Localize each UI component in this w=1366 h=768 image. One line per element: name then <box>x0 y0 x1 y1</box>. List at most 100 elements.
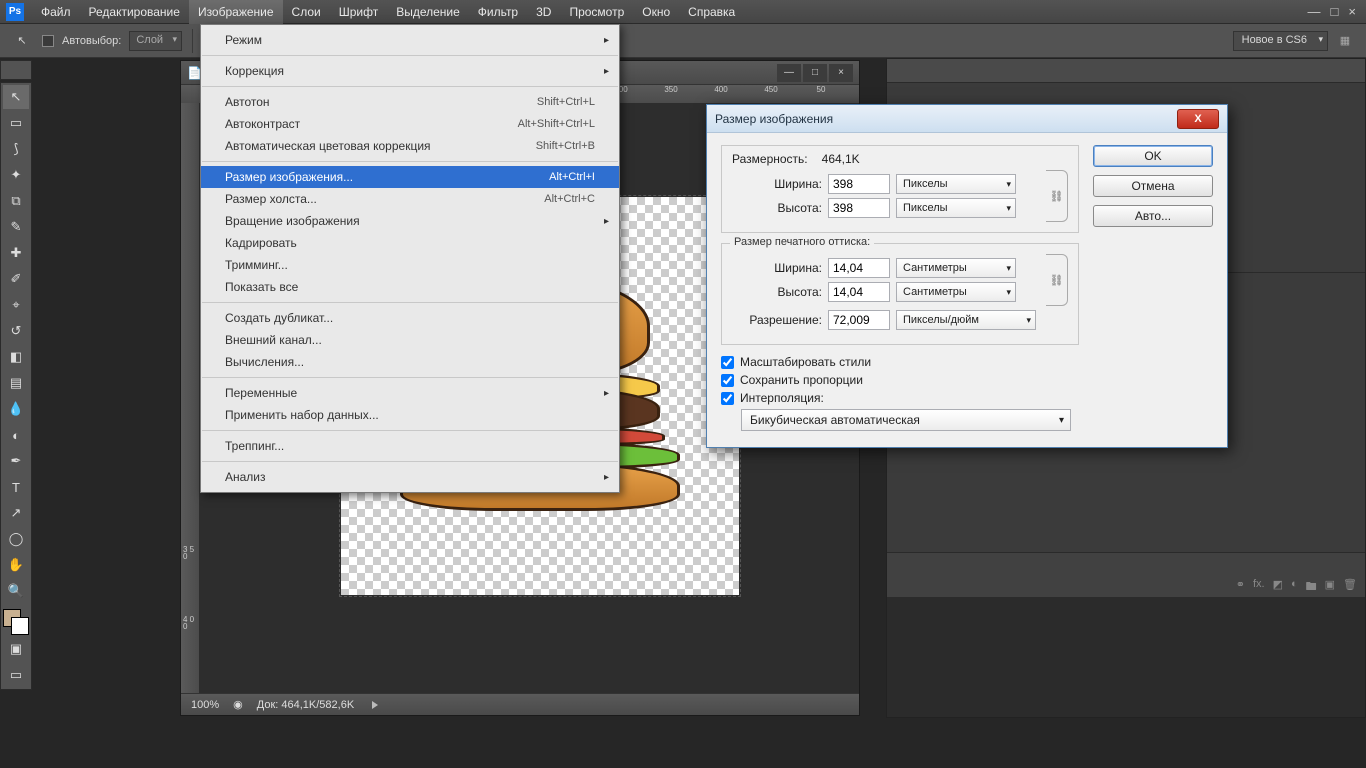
link-proportions-icon[interactable]: ⛓ <box>1046 254 1068 306</box>
wand-tool-icon[interactable]: ✦ <box>3 163 29 187</box>
swatch-icon[interactable] <box>3 609 29 635</box>
menu-item[interactable]: Режим <box>201 29 619 51</box>
gradient-tool-icon[interactable]: ▤ <box>3 371 29 395</box>
menu-item[interactable]: Кадрировать <box>201 232 619 254</box>
resolution-input[interactable] <box>828 310 890 330</box>
pr-width-unit[interactable]: Сантиметры <box>896 258 1016 278</box>
fx-icon[interactable]: fx. <box>1253 578 1265 597</box>
menu-редактирование[interactable]: Редактирование <box>80 0 189 24</box>
menu-справка[interactable]: Справка <box>679 0 744 24</box>
auto-select-checkbox[interactable] <box>42 35 54 47</box>
menu-item[interactable]: Коррекция <box>201 60 619 82</box>
zoom-level[interactable]: 100% <box>191 699 219 711</box>
ruler-vertical: 3 5 0 4 0 0 <box>181 103 199 693</box>
path-tool-icon[interactable]: ↗ <box>3 501 29 525</box>
pr-height-unit[interactable]: Сантиметры <box>896 282 1016 302</box>
menu-item[interactable]: АвтоконтрастAlt+Shift+Ctrl+L <box>201 113 619 135</box>
dialog-close-icon[interactable]: X <box>1177 109 1219 129</box>
pen-tool-icon[interactable]: ✒ <box>3 449 29 473</box>
screenmode-icon[interactable]: ▭ <box>3 663 29 687</box>
type-tool-icon[interactable]: T <box>3 475 29 499</box>
menu-шрифт[interactable]: Шрифт <box>330 0 387 24</box>
trash-icon[interactable]: 🗑 <box>1343 578 1357 597</box>
scale-styles-checkbox[interactable] <box>721 356 734 369</box>
constrain-prop-checkbox[interactable] <box>721 374 734 387</box>
app-icon: Ps <box>6 3 24 21</box>
pr-width-label: Ширина: <box>732 261 822 275</box>
image-menu-dropdown: Режим Коррекция АвтотонShift+Ctrl+LАвтокон… <box>200 24 620 493</box>
menu-item[interactable]: Тримминг... <box>201 254 619 276</box>
menu-item[interactable]: Внешний канал... <box>201 329 619 351</box>
menu-item[interactable]: Показать все <box>201 276 619 298</box>
menu-слои[interactable]: Слои <box>283 0 330 24</box>
menu-фильтр[interactable]: Фильтр <box>469 0 527 24</box>
link-proportions-icon[interactable]: ⛓ <box>1046 170 1068 222</box>
cancel-button[interactable]: Отмена <box>1093 175 1213 197</box>
menu-item[interactable]: Переменные <box>201 382 619 404</box>
menu-item[interactable]: Размер изображения...Alt+Ctrl+I <box>201 166 619 188</box>
adjust-icon[interactable]: ◐ <box>1291 578 1298 597</box>
doc-max-icon[interactable]: □ <box>803 64 827 82</box>
pr-width-input[interactable] <box>828 258 890 278</box>
lasso-tool-icon[interactable]: ⟆ <box>3 137 29 161</box>
mask-icon[interactable]: ◩ <box>1273 578 1283 597</box>
menu-item[interactable]: Вращение изображения <box>201 210 619 232</box>
menu-item[interactable]: Автоматическая цветовая коррекцияShift+C… <box>201 135 619 157</box>
folder-icon[interactable]: 🖿 <box>1306 578 1317 597</box>
eyedropper-tool-icon[interactable]: ✎ <box>3 215 29 239</box>
ok-button[interactable]: OK <box>1093 145 1213 167</box>
menu-просмотр[interactable]: Просмотр <box>560 0 633 24</box>
px-width-unit[interactable]: Пикселы <box>896 174 1016 194</box>
pr-height-label: Высота: <box>732 285 822 299</box>
dim-label: Размерность: <box>732 152 808 166</box>
blur-tool-icon[interactable]: 💧 <box>3 397 29 421</box>
crop-tool-icon[interactable]: ⧉ <box>3 189 29 213</box>
menu-item[interactable]: Вычисления... <box>201 351 619 373</box>
doc-min-icon[interactable]: — <box>777 64 801 82</box>
link-icon[interactable]: ⚭ <box>1236 578 1245 597</box>
workspace-icon[interactable]: ▦ <box>1334 30 1356 52</box>
menu-item[interactable]: Размер холста...Alt+Ctrl+C <box>201 188 619 210</box>
layer-select[interactable]: Слой <box>129 31 182 51</box>
marquee-tool-icon[interactable]: ▭ <box>3 111 29 135</box>
px-height-input[interactable] <box>828 198 890 218</box>
dodge-tool-icon[interactable]: ◐ <box>3 423 29 447</box>
win-min-icon[interactable]: — <box>1308 4 1321 19</box>
history-brush-icon[interactable]: ↺ <box>3 319 29 343</box>
doc-close-icon[interactable]: × <box>829 64 853 82</box>
menu-выделение[interactable]: Выделение <box>387 0 469 24</box>
hand-tool-icon[interactable]: ✋ <box>3 553 29 577</box>
new-icon[interactable]: ▣ <box>1325 578 1335 597</box>
px-height-unit[interactable]: Пикселы <box>896 198 1016 218</box>
move-tool-icon[interactable]: ↖ <box>3 85 29 109</box>
status-play-icon[interactable] <box>372 701 378 709</box>
px-height-label: Высота: <box>732 201 822 215</box>
pr-height-input[interactable] <box>828 282 890 302</box>
interp-checkbox[interactable] <box>721 392 734 405</box>
interp-select[interactable]: Бикубическая автоматическая <box>741 409 1071 431</box>
dialog-title: Размер изображения <box>715 112 833 126</box>
quickmask-icon[interactable]: ▣ <box>3 637 29 661</box>
cs6-new-pill[interactable]: Новое в CS6 <box>1233 31 1328 51</box>
resolution-unit[interactable]: Пикселы/дюйм <box>896 310 1036 330</box>
menu-окно[interactable]: Окно <box>633 0 679 24</box>
menu-item[interactable]: Создать дубликат... <box>201 307 619 329</box>
win-close-icon[interactable]: × <box>1348 4 1356 19</box>
shape-tool-icon[interactable]: ◯ <box>3 527 29 551</box>
zoom-tool-icon[interactable]: 🔍 <box>3 579 29 603</box>
menu-файл[interactable]: Файл <box>32 0 80 24</box>
menu-item[interactable]: Анализ <box>201 466 619 488</box>
px-width-input[interactable] <box>828 174 890 194</box>
win-max-icon[interactable]: □ <box>1331 4 1339 19</box>
menu-item[interactable]: Применить набор данных... <box>201 404 619 426</box>
heal-tool-icon[interactable]: ✚ <box>3 241 29 265</box>
menu-item[interactable]: Треппинг... <box>201 435 619 457</box>
menu-item[interactable]: АвтотонShift+Ctrl+L <box>201 91 619 113</box>
eraser-tool-icon[interactable]: ◧ <box>3 345 29 369</box>
menu-изображение[interactable]: Изображение <box>189 0 283 24</box>
auto-button[interactable]: Авто... <box>1093 205 1213 227</box>
stamp-tool-icon[interactable]: ⌖ <box>3 293 29 317</box>
status-throbber-icon: ◉ <box>233 698 243 711</box>
brush-tool-icon[interactable]: ✐ <box>3 267 29 291</box>
menu-3d[interactable]: 3D <box>527 0 560 24</box>
